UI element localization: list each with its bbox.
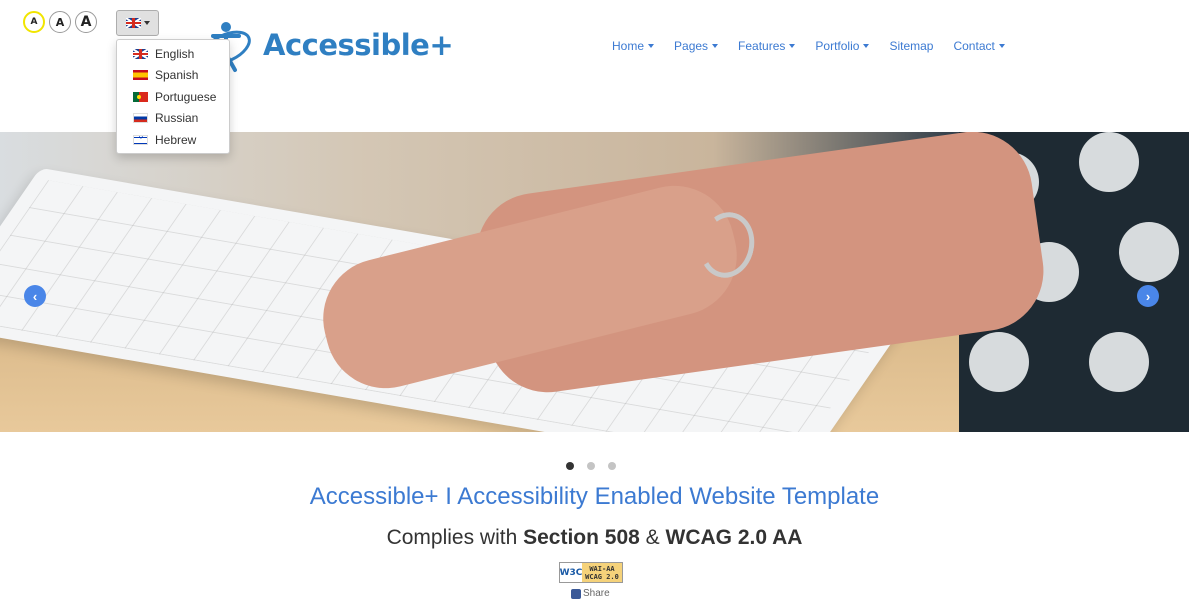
- language-option-russian[interactable]: Russian: [117, 108, 229, 130]
- language-option-english[interactable]: English: [117, 43, 229, 65]
- language-dropdown-toggle[interactable]: [116, 10, 159, 36]
- chevron-down-icon: [998, 44, 1005, 48]
- compliance-statement: Complies with Section 508 & WCAG 2.0 AA: [0, 526, 1189, 550]
- nav-item-portfolio[interactable]: Portfolio: [815, 39, 870, 53]
- nav-item-features[interactable]: Features: [738, 39, 796, 53]
- language-option-hebrew[interactable]: Hebrew: [117, 129, 229, 151]
- language-label: Portuguese: [155, 89, 217, 104]
- uk-flag-icon: [133, 48, 148, 59]
- nav-label: Sitemap: [889, 39, 934, 53]
- carousel-indicator[interactable]: [608, 462, 616, 470]
- nav-item-sitemap[interactable]: Sitemap: [889, 39, 933, 53]
- russia-flag-icon: [133, 113, 148, 124]
- nav-label: Home: [612, 39, 645, 53]
- nav-label: Features: [738, 39, 786, 53]
- nav-item-contact[interactable]: Contact: [953, 39, 1005, 53]
- language-label: English: [155, 46, 195, 61]
- brand-name: Accessible+: [263, 28, 454, 62]
- wcag-badge[interactable]: W3C WAI-AA WCAG 2.0: [559, 562, 623, 583]
- spain-flag-icon: [133, 70, 148, 81]
- chevron-left-icon: ‹: [32, 288, 38, 304]
- uk-flag-icon: [125, 18, 141, 28]
- hero-carousel-image: [0, 132, 1189, 432]
- chevron-right-icon: ›: [1145, 288, 1151, 304]
- chevron-down-icon: [712, 44, 719, 48]
- compliance-and: &: [639, 526, 666, 549]
- chevron-down-icon: [789, 44, 796, 48]
- nav-label: Contact: [953, 39, 995, 53]
- font-size-medium-button[interactable]: A: [49, 11, 71, 33]
- carousel-indicator[interactable]: [587, 462, 595, 470]
- font-size-small-button[interactable]: A: [23, 11, 45, 33]
- font-size-large-button[interactable]: A: [75, 11, 97, 33]
- carousel-next-button[interactable]: ›: [1137, 285, 1159, 307]
- carousel-indicator[interactable]: [566, 462, 574, 470]
- compliance-prefix: Complies with: [386, 526, 524, 549]
- wcag-level-line1: WAI-AA: [589, 564, 615, 573]
- section-508-label: Section 508: [523, 526, 640, 549]
- language-menu: English Spanish Portuguese Russian Hebre…: [116, 39, 230, 154]
- language-label: Spanish: [155, 68, 199, 83]
- language-label: Russian: [155, 111, 199, 126]
- main-navigation: Home Pages Features Portfolio Sitemap Co…: [612, 39, 1005, 53]
- w3c-logo: W3C: [559, 567, 583, 578]
- wcag-level: WAI-AA WCAG 2.0: [582, 563, 622, 582]
- israel-flag-icon: [133, 134, 148, 145]
- portugal-flag-icon: [133, 91, 148, 102]
- site-logo[interactable]: Accessible+: [195, 14, 454, 76]
- language-option-portuguese[interactable]: Portuguese: [117, 86, 229, 108]
- font-size-controls: A A A: [23, 11, 97, 33]
- nav-item-home[interactable]: Home: [612, 39, 655, 53]
- wcag-label: WCAG 2.0 AA: [665, 526, 803, 549]
- wcag-level-line2: WCAG 2.0: [585, 572, 619, 581]
- nav-label: Portfolio: [815, 39, 860, 53]
- carousel-indicators: [566, 462, 616, 470]
- nav-label: Pages: [674, 39, 709, 53]
- carousel-prev-button[interactable]: ‹: [24, 285, 46, 307]
- language-label: Hebrew: [155, 132, 197, 147]
- chevron-down-icon: [143, 21, 150, 25]
- chevron-down-icon: [648, 44, 655, 48]
- chevron-down-icon: [863, 44, 870, 48]
- nav-item-pages[interactable]: Pages: [674, 39, 719, 53]
- page-headline: Accessible+ I Accessibility Enabled Webs…: [309, 483, 880, 510]
- language-option-spanish[interactable]: Spanish: [117, 65, 229, 87]
